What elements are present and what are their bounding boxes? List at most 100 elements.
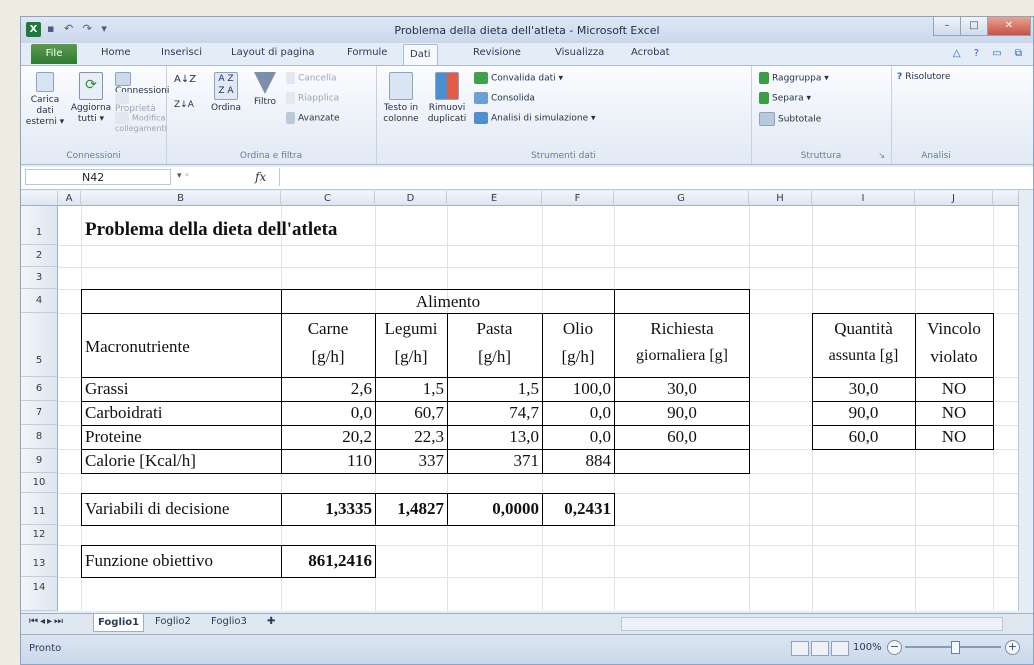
zoom-in-icon[interactable]: + <box>1005 640 1020 655</box>
tab-dati[interactable]: Dati <box>403 44 438 66</box>
vertical-scrollbar[interactable] <box>1018 191 1033 611</box>
row-header-7[interactable]: 7 <box>21 401 58 425</box>
table-cell[interactable]: 0,0 <box>542 427 614 447</box>
row-header-11[interactable]: 11 <box>21 493 58 525</box>
row-header-6[interactable]: 6 <box>21 377 58 401</box>
requirement-cell[interactable]: 30,0 <box>614 379 750 399</box>
properties-button[interactable]: Proprietà <box>115 92 166 114</box>
calorie-label[interactable]: Calorie [Kcal/h] <box>85 451 196 471</box>
objective-label[interactable]: Funzione obiettivo <box>85 551 213 571</box>
edit-links-button[interactable]: Modifica collegamenti <box>115 112 167 133</box>
quantity-cell[interactable]: 60,0 <box>812 427 915 447</box>
help-icon[interactable]: △ ? ▭ ⧉ <box>953 48 1027 59</box>
food-name-carne[interactable]: Carne <box>281 319 375 339</box>
column-header-h[interactable]: H <box>749 191 812 206</box>
view-buttons[interactable] <box>791 641 851 659</box>
column-header-f[interactable]: F <box>542 191 614 206</box>
tab-revisione[interactable]: Revisione <box>473 47 521 58</box>
violation-cell[interactable]: NO <box>915 403 993 423</box>
row-header-2[interactable]: 2 <box>21 245 58 267</box>
column-header-b[interactable]: B <box>81 191 281 206</box>
decision-value[interactable]: 1,3335 <box>281 499 375 519</box>
sheet-tab-foglio3[interactable]: Foglio3 <box>207 616 251 627</box>
sort-za-icon[interactable]: Z↓A <box>174 100 194 110</box>
decision-value[interactable]: 0,0000 <box>447 499 542 519</box>
violation-cell[interactable]: NO <box>915 427 993 447</box>
ungroup-button[interactable]: Separa ▾ <box>759 92 811 104</box>
food-name-legumi[interactable]: Legumi <box>375 319 447 339</box>
quantity-cell[interactable]: 30,0 <box>812 379 915 399</box>
sheet-title[interactable]: Problema della dieta dell'atleta <box>85 219 337 241</box>
dialog-launcher-icon[interactable]: ↘ <box>878 151 885 160</box>
row-header-1[interactable]: 1 <box>21 206 58 245</box>
food-name-pasta[interactable]: Pasta <box>447 319 542 339</box>
name-box[interactable]: N42 <box>25 169 171 185</box>
remove-duplicates-button[interactable]: Rimuovi duplicati <box>426 72 468 125</box>
table-cell[interactable]: 1,5 <box>447 379 542 399</box>
tab-home[interactable]: Home <box>101 47 131 58</box>
richiesta-header-line1[interactable]: Richiesta <box>614 319 750 339</box>
table-cell[interactable]: 1,5 <box>375 379 447 399</box>
column-header-e[interactable]: E <box>447 191 542 206</box>
objective-value[interactable]: 861,2416 <box>281 551 375 571</box>
minimize-button[interactable]: – <box>933 17 961 36</box>
row-header-3[interactable]: 3 <box>21 267 58 289</box>
food-name-olio[interactable]: Olio <box>542 319 614 339</box>
quantity-cell[interactable]: 90,0 <box>812 403 915 423</box>
row-header-8[interactable]: 8 <box>21 425 58 449</box>
sheet-tab-foglio1[interactable]: Foglio1 <box>93 614 145 632</box>
spreadsheet-grid[interactable]: A B C D E F G H I J 1 2 3 4 5 6 7 8 9 10… <box>21 191 1021 611</box>
table-cell[interactable]: 60,7 <box>375 403 447 423</box>
data-validation-button[interactable]: Convalida dati ▾ <box>474 72 563 84</box>
name-box-dropdown-icon[interactable]: ▾ ◦ <box>177 171 190 181</box>
insert-sheet-icon[interactable]: ✚ <box>263 616 279 627</box>
tab-file[interactable]: File <box>31 44 77 64</box>
normal-view-icon[interactable] <box>791 641 809 656</box>
row-header-4[interactable]: 4 <box>21 289 58 313</box>
sort-button[interactable]: A ZZ A Ordina <box>208 72 244 114</box>
table-cell[interactable]: 0,0 <box>281 403 375 423</box>
table-cell[interactable]: 110 <box>281 451 375 471</box>
zoom-slider-thumb[interactable] <box>951 641 960 654</box>
sheet-tab-foglio2[interactable]: Foglio2 <box>151 616 195 627</box>
food-unit-pasta[interactable]: [g/h] <box>447 347 542 367</box>
table-cell[interactable]: 22,3 <box>375 427 447 447</box>
page-break-icon[interactable] <box>831 641 849 656</box>
column-header-i[interactable]: I <box>812 191 915 206</box>
clear-filter-button[interactable]: Cancella <box>286 72 337 84</box>
filter-button[interactable]: Filtro <box>250 72 280 108</box>
tab-acrobat[interactable]: Acrobat <box>631 47 670 58</box>
advanced-filter-button[interactable]: Avanzate <box>286 112 339 124</box>
subtotal-button[interactable]: Subtotale <box>759 112 821 126</box>
alimento-header[interactable]: Alimento <box>281 292 615 312</box>
zoom-level[interactable]: 100% <box>853 642 882 653</box>
food-unit-olio[interactable]: [g/h] <box>542 347 614 367</box>
tab-visualizza[interactable]: Visualizza <box>555 47 604 58</box>
quantita-header-line2[interactable]: assunta [g] <box>812 347 915 365</box>
table-cell[interactable]: 20,2 <box>281 427 375 447</box>
row-header-14[interactable]: 14 <box>21 577 58 611</box>
horizontal-scrollbar[interactable] <box>621 617 1003 631</box>
row-header-13[interactable]: 13 <box>21 545 58 577</box>
column-header-a[interactable]: A <box>58 191 81 206</box>
group-button[interactable]: Raggruppa ▾ <box>759 72 829 84</box>
table-cell[interactable]: 13,0 <box>447 427 542 447</box>
table-cell[interactable]: 884 <box>542 451 614 471</box>
table-cell[interactable]: 2,6 <box>281 379 375 399</box>
refresh-all-button[interactable]: ⟳ Aggiorna tutti ▾ <box>69 72 113 125</box>
food-unit-carne[interactable]: [g/h] <box>281 347 375 367</box>
select-all-corner[interactable] <box>21 191 58 206</box>
column-header-c[interactable]: C <box>281 191 375 206</box>
row-header-9[interactable]: 9 <box>21 449 58 473</box>
decision-value[interactable]: 0,2431 <box>542 499 614 519</box>
maximize-button[interactable]: □ <box>960 17 988 36</box>
sheet-nav-arrows-icon[interactable]: ⏮◂▸⏭ <box>25 616 69 627</box>
requirement-cell[interactable]: 60,0 <box>614 427 750 447</box>
insert-function-icon[interactable]: fx <box>255 170 266 184</box>
column-header-j[interactable]: J <box>915 191 993 206</box>
nutrient-name[interactable]: Grassi <box>85 379 128 399</box>
row-header-12[interactable]: 12 <box>21 525 58 545</box>
table-cell[interactable]: 371 <box>447 451 542 471</box>
decision-label[interactable]: Variabili di decisione <box>85 499 229 519</box>
vincolo-header-line1[interactable]: Vincolo <box>915 319 993 339</box>
